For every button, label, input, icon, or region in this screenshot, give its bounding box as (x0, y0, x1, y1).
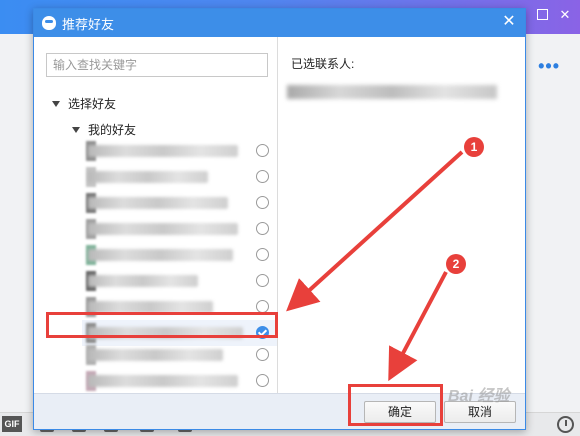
annotation-badge-1: 1 (464, 137, 484, 157)
annotation-arrows (286, 150, 464, 382)
arrow-2 (388, 271, 448, 382)
annotation-badge-2: 2 (446, 254, 466, 274)
arrow-1 (286, 150, 464, 312)
watermark: Bai 经验 (448, 388, 510, 405)
